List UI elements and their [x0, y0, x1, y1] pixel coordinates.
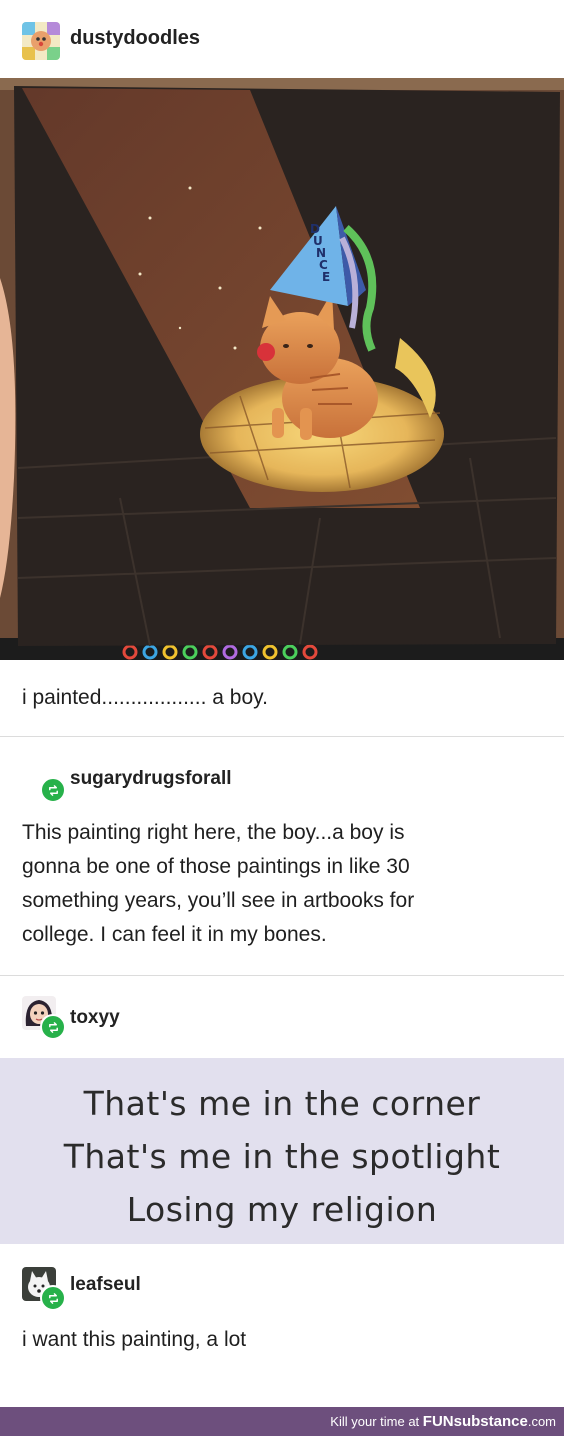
- divider: [0, 975, 564, 976]
- author-avatar[interactable]: [22, 22, 60, 60]
- post-photo[interactable]: D U N C E: [0, 78, 564, 660]
- post-header: dustydoodles: [0, 0, 564, 78]
- lyric-line: That's me in the corner: [83, 1084, 481, 1123]
- reblog-text: This painting right here, the boy...a bo…: [22, 816, 414, 952]
- watermark-suffix: .com: [527, 1414, 556, 1429]
- post-caption: i painted.................. a boy.: [22, 686, 268, 709]
- watermark-prefix: Kill your time at: [330, 1414, 420, 1429]
- reblog-text-line: gonna be one of those paintings in like …: [22, 855, 410, 878]
- hat-letter: E: [322, 270, 330, 284]
- watermark-brand[interactable]: FUNsubstance: [423, 1413, 528, 1430]
- lyrics-image: That's me in the corner That's me in the…: [0, 1058, 564, 1244]
- lyric-line: That's me in the spotlight: [63, 1137, 501, 1176]
- watermark-footer: Kill your time at FUNsubstance.com: [0, 1407, 564, 1436]
- painting-image: D U N C E: [0, 78, 564, 660]
- reblog-text-line: This painting right here, the boy...a bo…: [22, 821, 405, 844]
- reblog-text: i want this painting, a lot: [22, 1328, 247, 1351]
- author-username[interactable]: dustydoodles: [70, 27, 200, 50]
- reblog-icon: [40, 1285, 66, 1311]
- author-avatar-image: [22, 22, 60, 60]
- reblog-text-line: something years, you’ll see in artbooks …: [22, 889, 415, 912]
- reblog-icon: [40, 1014, 66, 1040]
- reblog-text-line: college. I can feel it in my bones.: [22, 923, 327, 946]
- reblog-username[interactable]: leafseul: [70, 1274, 141, 1296]
- lyric-line: Losing my religion: [126, 1190, 438, 1229]
- reblog-username[interactable]: toxyy: [70, 1007, 120, 1029]
- watermark-text: Kill your time at FUNsubstance.com: [330, 1413, 556, 1430]
- divider: [0, 736, 564, 737]
- reblog-icon: [40, 777, 66, 803]
- reblog-username[interactable]: sugarydrugsforall: [70, 768, 232, 790]
